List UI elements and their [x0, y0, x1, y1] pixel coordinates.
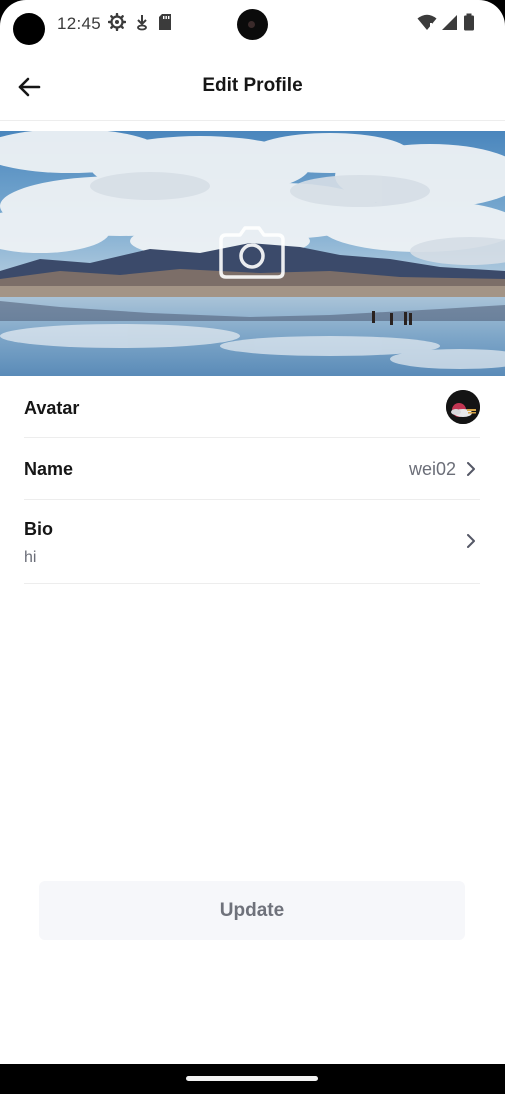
wifi-icon [417, 14, 437, 36]
notification-dot [13, 13, 45, 45]
home-indicator[interactable] [186, 1076, 318, 1081]
avatar-label: Avatar [24, 398, 80, 418]
sd-card-icon [158, 13, 172, 31]
front-camera [237, 9, 268, 40]
name-value: wei02 [408, 459, 456, 479]
app-header: Edit Profile [0, 50, 505, 121]
bio-label: Bio [24, 519, 53, 539]
chevron-right-icon [467, 534, 475, 548]
status-time: 12:45 [57, 14, 102, 33]
bio-value: hi [24, 549, 37, 566]
status-bar: 12:45 [0, 0, 505, 50]
system-nav-bar [0, 1064, 505, 1094]
avatar-row[interactable]: Avatar [24, 377, 480, 438]
page-title: Edit Profile [202, 75, 303, 96]
camera-icon[interactable] [218, 225, 286, 281]
chevron-right-icon [467, 462, 475, 476]
status-icons-right [417, 13, 475, 36]
bio-row[interactable]: Bio hi [24, 500, 480, 584]
edit-profile-screen: 12:45 Edit Profile Avatar Name wei02 Bio… [0, 0, 505, 1094]
download-arrow-icon [135, 13, 149, 31]
battery-icon [463, 13, 475, 36]
avatar[interactable] [446, 390, 480, 424]
profile-fields: Avatar Name wei02 Bio hi [24, 377, 480, 584]
settings-gear-icon [108, 13, 126, 31]
cell-signal-icon [442, 14, 458, 36]
name-label: Name [24, 459, 74, 479]
update-button[interactable]: Update [39, 881, 465, 940]
name-row[interactable]: Name wei02 [24, 438, 480, 500]
avatar-image [446, 390, 480, 424]
status-icons-left [108, 13, 172, 31]
